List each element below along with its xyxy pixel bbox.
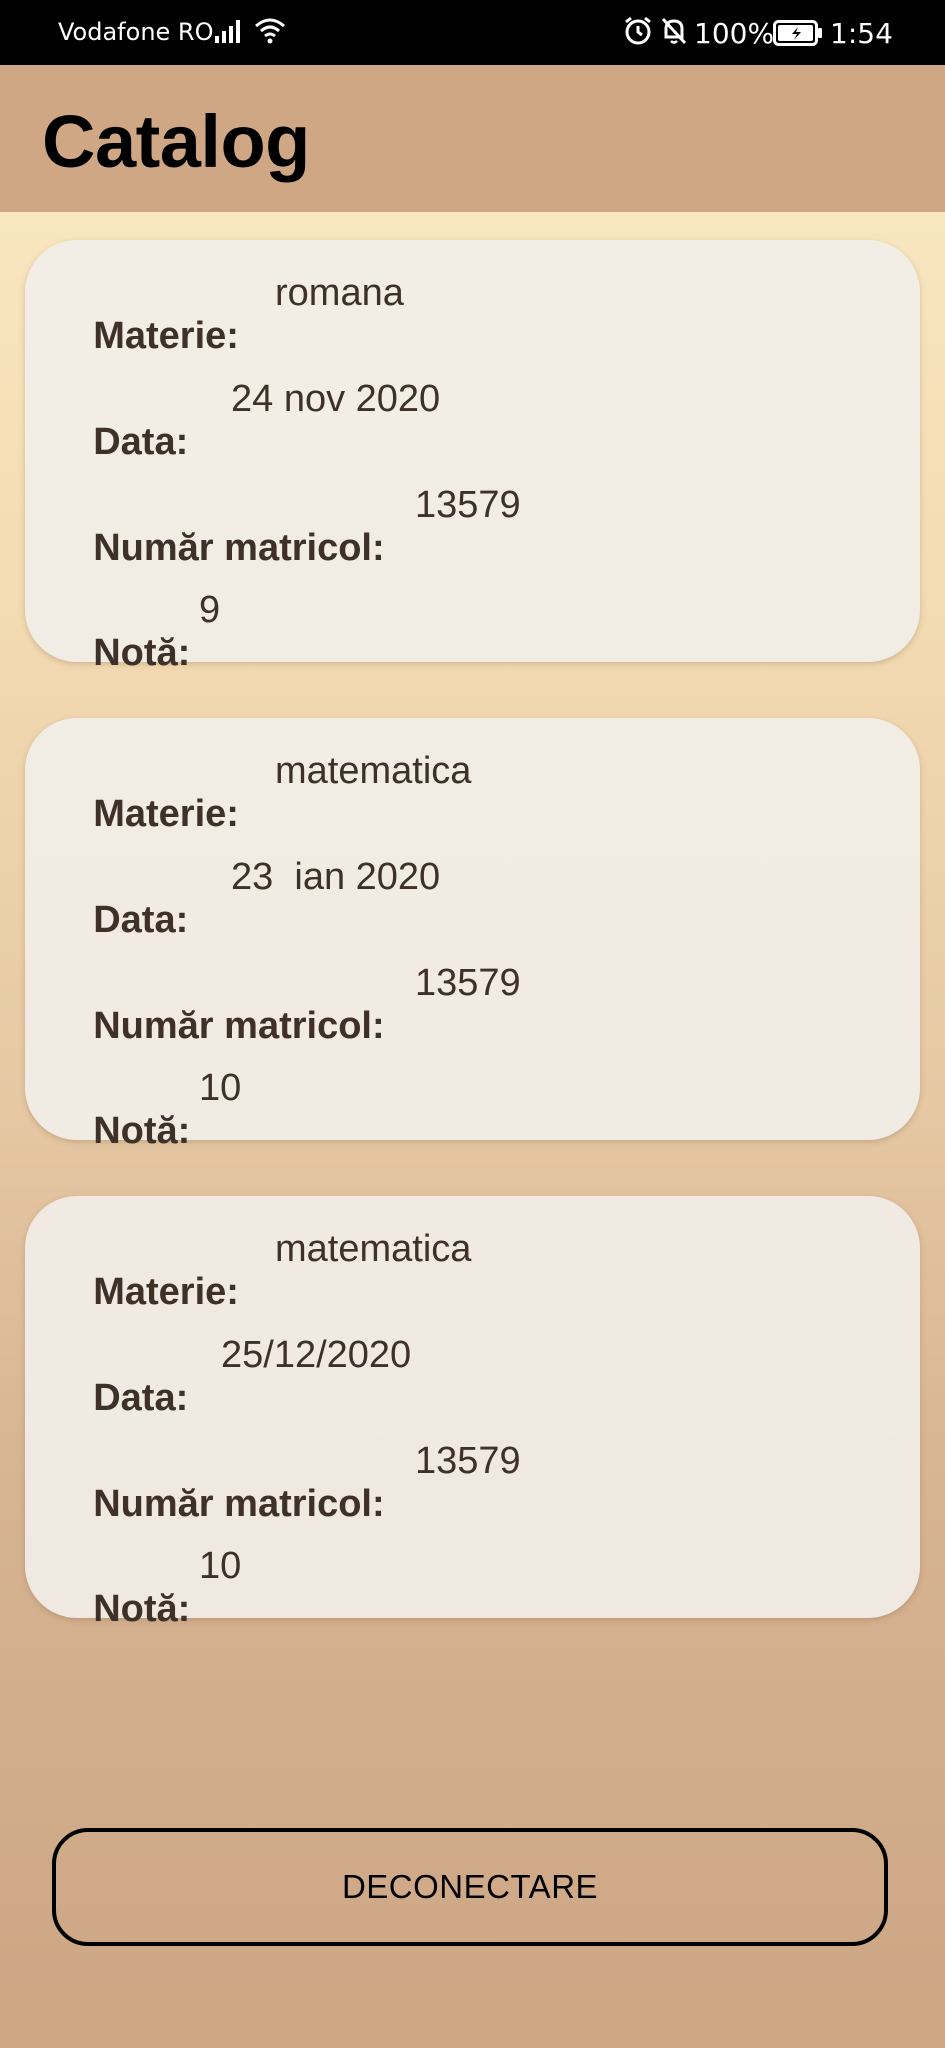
subject-value: matematica [275, 1228, 472, 1270]
alarm-icon [624, 16, 652, 52]
date-label: Data: [93, 899, 189, 941]
logout-button[interactable]: DECONECTARE [52, 1828, 888, 1946]
app-bar: Catalog [0, 65, 945, 212]
grade-label: Notă: [93, 1110, 191, 1152]
subject-value: romana [275, 272, 404, 314]
grade-card: Materie: romana Data: 24 nov 2020 Număr … [25, 240, 920, 674]
subject-label: Materie: [93, 793, 239, 835]
grade-value: 9 [199, 589, 221, 631]
date-value: 25/12/2020 [221, 1334, 412, 1376]
grade-card: Materie: matematica Data: 25/12/2020 Num… [25, 1196, 920, 1630]
date-label: Data: [93, 421, 189, 463]
grade-card: Materie: matematica Data: 23 ian 2020 Nu… [25, 718, 920, 1152]
subject-label: Materie: [93, 1271, 239, 1313]
wifi-icon [254, 16, 286, 50]
subject-value: matematica [275, 750, 472, 792]
signal-icon [214, 18, 244, 50]
carrier-name: Vodafone RO [58, 18, 214, 46]
date-value: 23 ian 2020 [231, 856, 441, 898]
status-bar: Vodafone RO 100% 1:54 [0, 0, 945, 65]
battery-percentage: 100% [694, 17, 775, 50]
student-id-label: Număr matricol: [93, 527, 385, 569]
grade-value: 10 [199, 1067, 242, 1109]
date-value: 24 nov 2020 [231, 378, 441, 420]
student-id-value: 13579 [415, 484, 521, 526]
grade-value: 10 [199, 1545, 242, 1587]
student-id-label: Număr matricol: [93, 1005, 385, 1047]
student-id-value: 13579 [415, 962, 521, 1004]
notifications-off-icon [660, 16, 688, 52]
grade-label: Notă: [93, 1588, 191, 1630]
student-id-label: Număr matricol: [93, 1483, 385, 1525]
date-label: Data: [93, 1377, 189, 1419]
subject-label: Materie: [93, 315, 239, 357]
grade-label: Notă: [93, 632, 191, 674]
battery-charging-icon [773, 20, 823, 52]
clock: 1:54 [830, 17, 893, 50]
page-title: Catalog [42, 100, 310, 183]
grade-row: Notă: 10 [51, 1545, 241, 1717]
student-id-value: 13579 [415, 1440, 521, 1482]
